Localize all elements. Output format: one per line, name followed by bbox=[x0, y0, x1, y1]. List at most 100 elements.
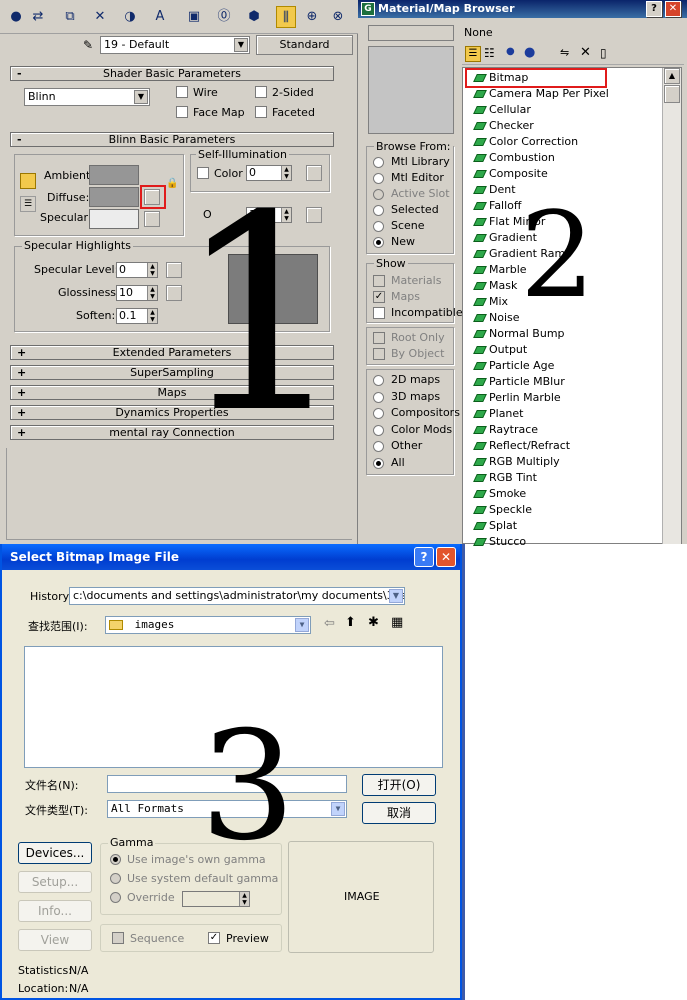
lock-ambient-diffuse-icon[interactable] bbox=[20, 173, 36, 189]
gamma-radio[interactable] bbox=[110, 892, 121, 903]
map-list-item[interactable]: Particle MBlur bbox=[473, 374, 565, 390]
shader-rollout-header[interactable]: - Shader Basic Parameters bbox=[10, 66, 334, 81]
up-folder-icon[interactable]: ⬆ bbox=[345, 615, 356, 630]
map-list-item[interactable]: Dent bbox=[473, 182, 516, 198]
browse-from-radio[interactable] bbox=[373, 173, 384, 184]
help-button[interactable]: ? bbox=[414, 547, 434, 567]
map-list-item[interactable]: Bitmap bbox=[473, 70, 528, 86]
map-list-item[interactable]: Noise bbox=[473, 310, 520, 326]
spinner-arrows-icon[interactable]: ▲ ▼ bbox=[147, 309, 157, 323]
view-small-icons-icon[interactable]: ● bbox=[506, 46, 515, 57]
browse-from-radio[interactable] bbox=[373, 205, 384, 216]
map-list-item[interactable]: Camera Map Per Pixel bbox=[473, 86, 609, 102]
browse-from-radio[interactable] bbox=[373, 237, 384, 248]
map-list-item[interactable]: Raytrace bbox=[473, 422, 538, 438]
chevron-down-icon[interactable]: ▼ bbox=[331, 802, 345, 816]
faceted-checkbox[interactable] bbox=[255, 106, 267, 118]
view-list-icons-icon[interactable]: ☷ bbox=[484, 46, 495, 60]
help-button[interactable]: ? bbox=[646, 1, 662, 17]
map-list-item[interactable]: Composite bbox=[473, 166, 548, 182]
chevron-down-icon[interactable]: ▼ bbox=[234, 38, 248, 52]
open-button[interactable]: 打开(O) bbox=[362, 774, 436, 796]
get-material-icon[interactable]: ● bbox=[6, 6, 26, 28]
search-field[interactable] bbox=[368, 25, 454, 41]
map-list-item[interactable]: Stucco bbox=[473, 534, 526, 550]
two-sided-checkbox[interactable] bbox=[255, 86, 267, 98]
make-copy-icon[interactable]: ◑ bbox=[120, 6, 140, 28]
diffuse-color-swatch[interactable] bbox=[89, 187, 139, 207]
cancel-button[interactable]: 取消 bbox=[362, 802, 436, 824]
map-list-item[interactable]: Splat bbox=[473, 518, 517, 534]
chevron-down-icon[interactable]: ▼ bbox=[295, 618, 309, 632]
show-checkbox[interactable]: ✓ bbox=[373, 291, 385, 303]
history-select[interactable]: c:\documents and settings\administrator\… bbox=[69, 587, 405, 605]
map-type-radio[interactable] bbox=[373, 424, 384, 436]
view-list-icon[interactable]: ☰ bbox=[465, 46, 481, 62]
look-in-select[interactable]: images ▼ bbox=[105, 616, 311, 634]
chevron-down-icon[interactable]: ▼ bbox=[134, 90, 148, 104]
go-to-parent-icon[interactable]: ⊕ bbox=[302, 6, 322, 28]
go-forward-icon[interactable]: ⊗ bbox=[328, 6, 348, 28]
view-large-icons-icon[interactable]: ● bbox=[524, 45, 535, 60]
map-list-item[interactable]: Gradient Ramp bbox=[473, 246, 572, 262]
assign-material-icon[interactable]: ⧉ bbox=[60, 6, 80, 28]
browse-from-radio[interactable] bbox=[373, 157, 384, 168]
filter-checkbox[interactable] bbox=[373, 348, 385, 360]
scroll-thumb[interactable] bbox=[664, 85, 680, 103]
put-library-icon[interactable]: ▣ bbox=[184, 6, 204, 28]
close-button[interactable]: ✕ bbox=[665, 1, 681, 17]
map-list-item[interactable]: Marble bbox=[473, 262, 527, 278]
put-to-scene-icon[interactable]: ⇄ bbox=[28, 6, 48, 28]
ambient-color-swatch[interactable] bbox=[89, 165, 139, 185]
show-checkbox[interactable] bbox=[373, 275, 385, 287]
map-list-item[interactable]: RGB Tint bbox=[473, 470, 537, 486]
soften-spinner[interactable]: 0.1 ▲ ▼ bbox=[116, 308, 158, 324]
map-list-item[interactable]: Planet bbox=[473, 406, 523, 422]
material-name-field[interactable]: 19 - Default ▼ bbox=[100, 36, 250, 54]
map-type-radio[interactable] bbox=[373, 458, 384, 469]
back-icon[interactable]: ⇦ bbox=[324, 616, 335, 631]
map-list-item[interactable]: Output bbox=[473, 342, 527, 358]
map-list-item[interactable]: Falloff bbox=[473, 198, 521, 214]
map-list-item[interactable]: Particle Age bbox=[473, 358, 554, 374]
map-type-radio[interactable] bbox=[373, 391, 384, 403]
chevron-down-icon[interactable]: ▼ bbox=[389, 589, 403, 603]
map-list-item[interactable]: Mask bbox=[473, 278, 517, 294]
map-list-item[interactable]: Combustion bbox=[473, 150, 555, 166]
update-scene-icon[interactable]: ⇋ bbox=[560, 46, 569, 59]
map-list-item[interactable]: Perlin Marble bbox=[473, 390, 561, 406]
close-button[interactable]: ✕ bbox=[436, 547, 456, 567]
delete-from-library-icon[interactable]: ✕ bbox=[580, 45, 591, 60]
material-type-button[interactable]: Standard bbox=[256, 35, 353, 55]
info-button[interactable]: Info... bbox=[18, 900, 92, 922]
browse-from-radio[interactable] bbox=[373, 189, 384, 200]
gamma-override-spinner[interactable]: ▲ ▼ bbox=[182, 891, 250, 907]
map-list-item[interactable]: Speckle bbox=[473, 502, 532, 518]
blinn-rollout-header[interactable]: - Blinn Basic Parameters bbox=[10, 132, 334, 147]
gamma-radio[interactable] bbox=[110, 854, 121, 865]
gamma-radio[interactable] bbox=[110, 873, 121, 884]
pick-material-eyedropper-icon[interactable]: ✎ bbox=[78, 36, 98, 54]
glossiness-spinner[interactable]: 10 ▲ ▼ bbox=[116, 285, 158, 301]
lock-diffuse-specular-icon[interactable]: ☰ bbox=[20, 196, 36, 212]
map-list-item[interactable]: Normal Bump bbox=[473, 326, 565, 342]
spinner-arrows-icon[interactable]: ▲ ▼ bbox=[147, 263, 157, 277]
show-end-result-icon[interactable]: ⫼ bbox=[276, 6, 296, 28]
material-id-icon[interactable]: ⓪ bbox=[214, 6, 234, 28]
specular-map-button[interactable] bbox=[144, 211, 160, 227]
map-list-item[interactable]: Mix bbox=[473, 294, 508, 310]
face-map-checkbox[interactable] bbox=[176, 106, 188, 118]
map-list-item[interactable]: Reflect/Refract bbox=[473, 438, 570, 454]
wire-checkbox[interactable] bbox=[176, 86, 188, 98]
new-folder-icon[interactable]: ✱ bbox=[368, 615, 379, 630]
shader-type-select[interactable]: Blinn ▼ bbox=[24, 88, 150, 106]
preview-checkbox[interactable]: ✓ bbox=[208, 932, 220, 944]
map-type-radio[interactable] bbox=[373, 375, 384, 386]
spinner-arrows-icon[interactable]: ▲ ▼ bbox=[147, 286, 157, 300]
map-list-item[interactable]: Flat Mirror bbox=[473, 214, 545, 230]
map-list-item[interactable]: Color Correction bbox=[473, 134, 578, 150]
delete-icon[interactable]: ✕ bbox=[90, 6, 110, 28]
unique-icon[interactable]: A bbox=[150, 6, 170, 28]
devices-button[interactable]: Devices... bbox=[18, 842, 92, 864]
browse-from-radio[interactable] bbox=[373, 221, 384, 232]
